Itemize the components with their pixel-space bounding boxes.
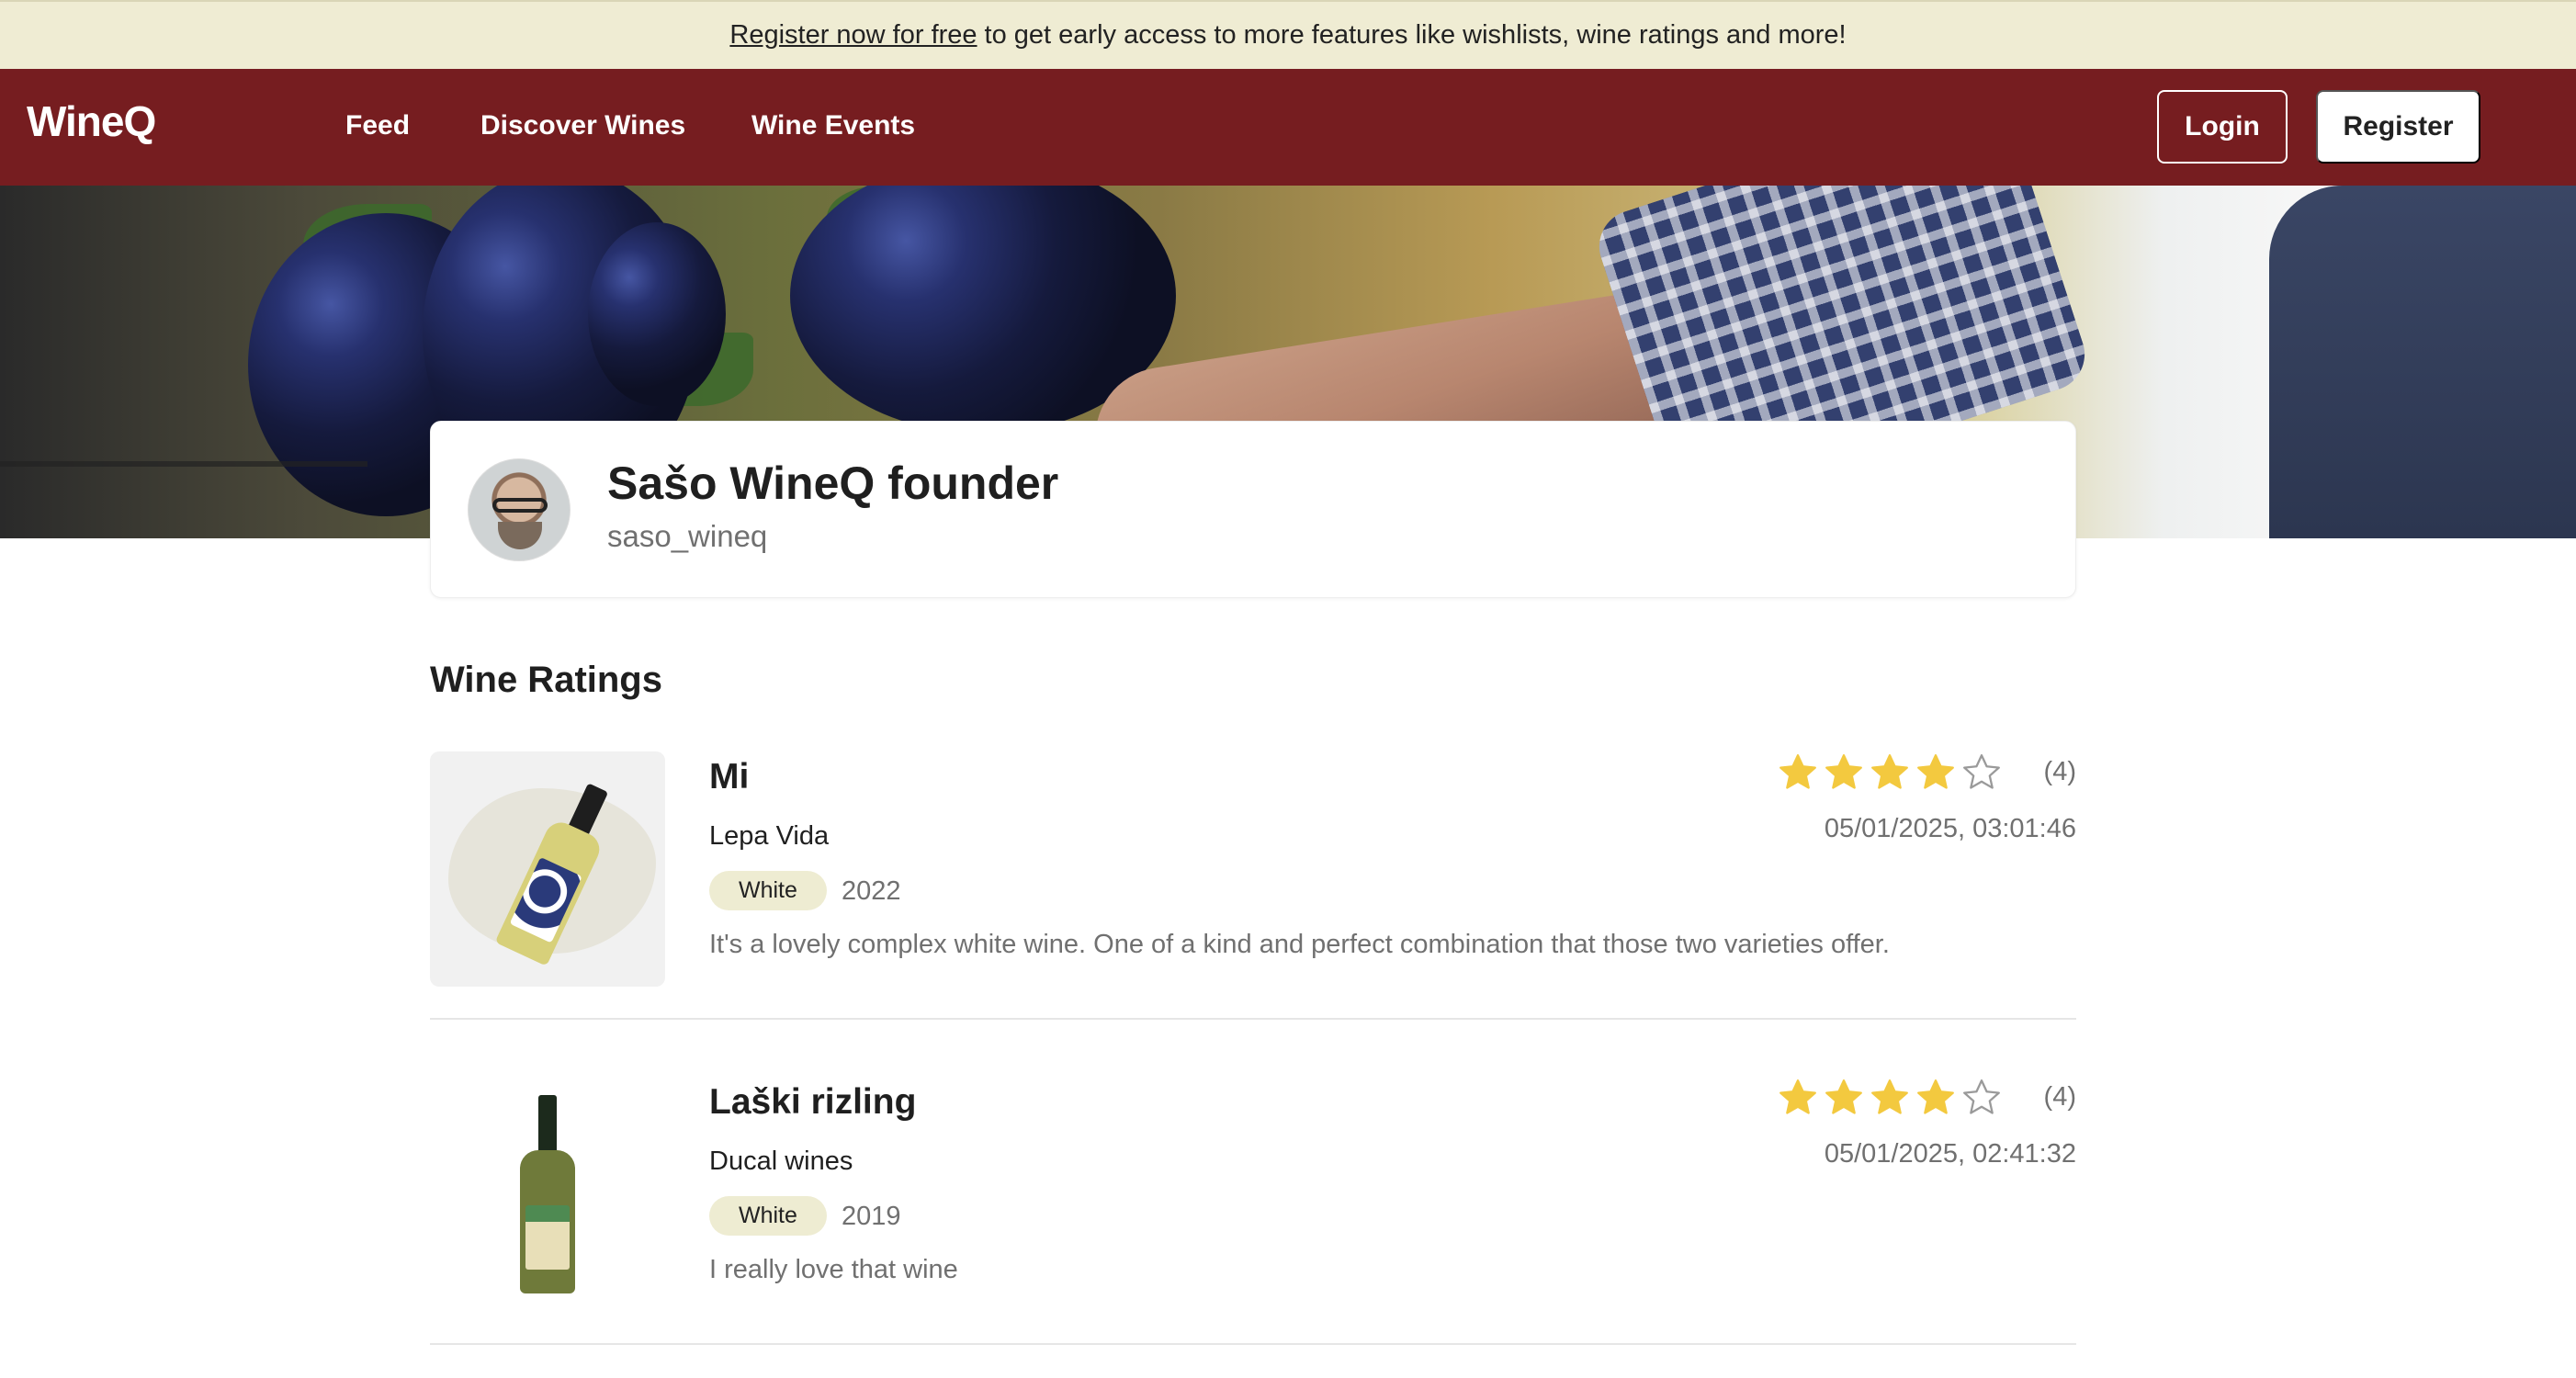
star-empty-icon xyxy=(1963,1079,2000,1114)
star-filled-icon xyxy=(1779,754,1816,789)
wine-ratings-heading: Wine Ratings xyxy=(430,660,662,700)
register-button[interactable]: Register xyxy=(2316,90,2480,164)
winery-name: Lepa Vida xyxy=(709,821,830,851)
glasses-shape xyxy=(492,498,548,513)
star-filled-icon xyxy=(1825,754,1862,789)
login-button[interactable]: Login xyxy=(2157,90,2288,164)
wine-bottle-image xyxy=(520,1095,575,1293)
star-filled-icon xyxy=(1917,754,1954,789)
wine-type-badge: White xyxy=(709,871,827,910)
banner-text: to get early access to more features lik… xyxy=(984,20,1847,50)
profile-name: Sašo WineQ founder xyxy=(607,457,1059,509)
star-rating xyxy=(1777,751,2003,794)
star-filled-icon xyxy=(1871,754,1908,789)
profile-handle: saso_wineq xyxy=(607,519,768,553)
grape-bunch xyxy=(588,222,726,406)
profile-card: Sašo WineQ founder saso_wineq xyxy=(430,421,2076,598)
nav-link-wine-events[interactable]: Wine Events xyxy=(751,110,915,141)
star-filled-icon xyxy=(1917,1079,1954,1114)
rating-count: (4) xyxy=(2043,1082,2076,1112)
winery-name: Ducal wines xyxy=(709,1146,853,1176)
register-now-link[interactable]: Register now for free xyxy=(729,20,977,51)
rating-comment: I really love that wine xyxy=(709,1255,958,1284)
background-figure xyxy=(2269,186,2576,538)
star-filled-icon xyxy=(1779,1079,1816,1114)
rating-comment: It's a lovely complex white wine. One of… xyxy=(709,930,1890,959)
promo-banner: Register now for free to get early acces… xyxy=(0,0,2576,69)
star-filled-icon xyxy=(1871,1079,1908,1114)
nav-link-feed[interactable]: Feed xyxy=(345,110,410,141)
wine-name[interactable]: Laški rizling xyxy=(709,1082,916,1123)
beard-shape xyxy=(498,522,542,549)
wine-type-badge: White xyxy=(709,1196,827,1236)
rating-count: (4) xyxy=(2043,757,2076,786)
rating-timestamp: 05/01/2025, 02:41:32 xyxy=(1824,1139,2076,1169)
vintage-year: 2022 xyxy=(842,876,901,906)
star-empty-icon xyxy=(1963,754,2000,789)
wine-thumbnail[interactable] xyxy=(430,751,665,987)
top-navbar: WineQ Feed Discover Wines Wine Events Lo… xyxy=(0,69,2576,186)
vintage-year: 2019 xyxy=(842,1202,901,1231)
wineq-logo[interactable]: WineQ xyxy=(27,96,156,146)
wine-name[interactable]: Mi xyxy=(709,757,749,797)
star-filled-icon xyxy=(1825,1079,1862,1114)
rating-timestamp: 05/01/2025, 03:01:46 xyxy=(1824,814,2076,843)
star-rating xyxy=(1777,1077,2003,1119)
rating-item[interactable]: Laški rizling Ducal wines White 2019 I r… xyxy=(430,1077,2076,1345)
rating-item[interactable]: Mi Lepa Vida White 2022 It's a lovely co… xyxy=(430,751,2076,1020)
trellis-wire xyxy=(0,461,367,467)
nav-link-discover-wines[interactable]: Discover Wines xyxy=(480,110,685,141)
wine-thumbnail[interactable] xyxy=(430,1077,665,1312)
avatar[interactable] xyxy=(468,458,571,561)
